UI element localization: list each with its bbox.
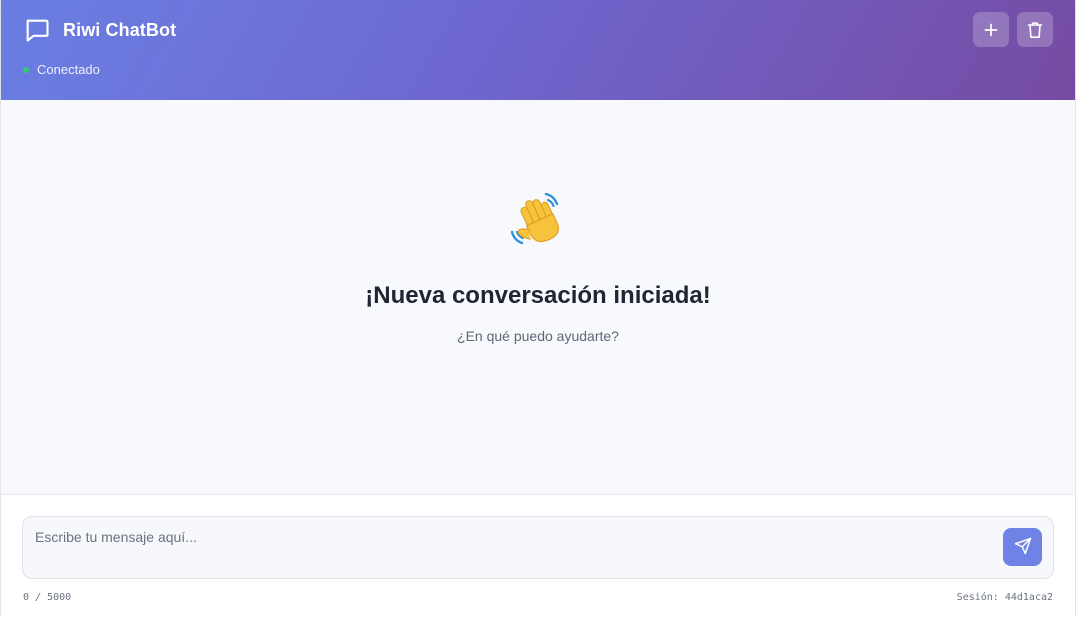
clear-conversation-button[interactable] xyxy=(1017,12,1053,47)
chat-messages-area: ¡Nueva conversación iniciada! ¿En qué pu… xyxy=(1,100,1075,494)
new-conversation-button[interactable] xyxy=(973,12,1009,47)
connection-status: Conectado xyxy=(23,62,100,77)
waving-hand-icon xyxy=(506,188,570,252)
status-dot-icon xyxy=(23,66,29,73)
send-button[interactable] xyxy=(1003,528,1042,566)
session-id: Sesión: 44d1aca2 xyxy=(956,592,1053,603)
welcome-subtitle: ¿En qué puedo ayudarte? xyxy=(457,328,619,344)
chat-bubble-icon xyxy=(23,16,51,44)
app-title: Riwi ChatBot xyxy=(63,19,177,40)
app-header: Riwi ChatBot Conectado xyxy=(1,0,1075,100)
status-label: Conectado xyxy=(37,62,100,77)
chat-app: Riwi ChatBot Conectado ¡Nueva conversaci… xyxy=(0,0,1076,617)
welcome-title: ¡Nueva conversación iniciada! xyxy=(365,282,711,309)
message-input[interactable] xyxy=(35,529,993,569)
send-icon xyxy=(1014,537,1032,558)
header-actions xyxy=(973,12,1053,47)
trash-icon xyxy=(1027,21,1043,39)
char-counter: 0 / 5000 xyxy=(23,592,72,603)
welcome-message: ¡Nueva conversación iniciada! ¿En qué pu… xyxy=(1,188,1075,344)
message-composer: 0 / 5000 Sesión: 44d1aca2 xyxy=(1,494,1075,617)
plus-icon xyxy=(984,23,998,37)
brand: Riwi ChatBot xyxy=(23,16,176,44)
message-input-box xyxy=(22,516,1054,579)
